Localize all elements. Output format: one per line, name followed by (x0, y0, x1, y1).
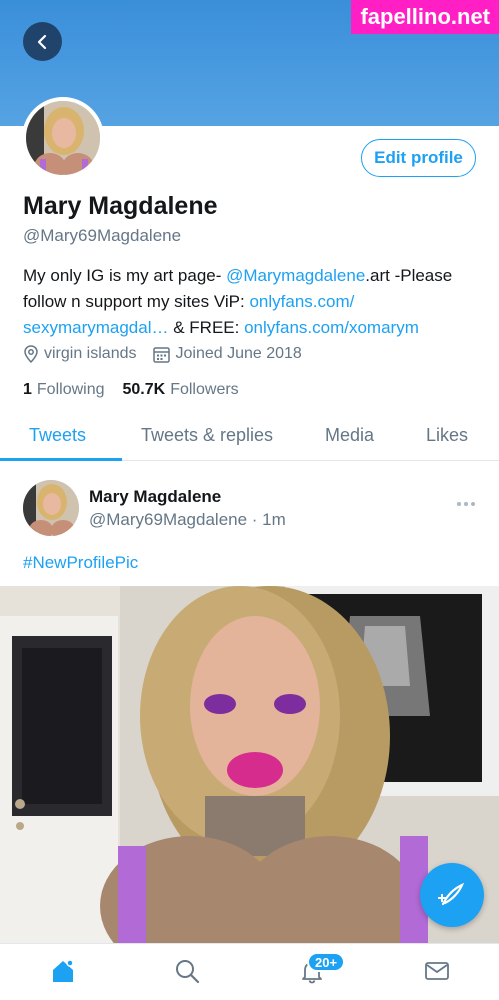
profile-tabs: Tweets Tweets & replies Media Likes (0, 413, 499, 461)
back-button[interactable] (23, 22, 62, 61)
display-name: Mary Magdalene (23, 192, 218, 220)
profile-meta: virgin islands Joined June 2018 (23, 345, 319, 363)
edit-profile-button[interactable]: Edit profile (361, 139, 476, 177)
nav-messages[interactable] (424, 958, 450, 989)
tweet-author-handle: @Mary69Magdalene · 1m (89, 510, 286, 529)
following-link[interactable]: 1 Following (23, 381, 105, 399)
profile-bio: My only IG is my art page- @Marymagdalen… (23, 263, 483, 341)
mail-icon (425, 962, 449, 980)
following-label: Following (36, 381, 105, 398)
notifications-badge: 20+ (307, 952, 346, 972)
bio-link-instagram[interactable]: @Marymagdalene (226, 266, 365, 285)
followers-count: 50.7K (122, 381, 166, 398)
chevron-left-icon (37, 34, 46, 49)
location-pin-icon (24, 345, 38, 363)
following-count: 1 (23, 381, 32, 398)
joined-date: Joined June 2018 (153, 345, 302, 363)
tweet-avatar[interactable] (23, 480, 79, 536)
follow-stats: 1 Following 50.7K Followers (23, 381, 257, 399)
profile-avatar[interactable] (22, 97, 104, 179)
tweet-author-name[interactable]: Mary Magdalene (89, 487, 221, 507)
tab-tweets-replies[interactable]: Tweets & replies (141, 425, 273, 446)
search-icon (176, 960, 200, 984)
calendar-icon (153, 346, 171, 363)
home-icon (53, 959, 74, 982)
followers-link[interactable]: 50.7K Followers (123, 381, 239, 399)
nav-home[interactable] (50, 958, 76, 989)
compose-tweet-button[interactable] (420, 863, 484, 927)
followers-label: Followers (170, 381, 239, 398)
location-text: virgin islands (44, 345, 137, 362)
tab-media[interactable]: Media (325, 425, 374, 446)
active-tab-indicator (0, 458, 122, 461)
joined-text: Joined June 2018 (175, 345, 302, 362)
bottom-navigation (0, 943, 499, 1000)
compose-feather-icon (438, 882, 465, 906)
more-options-icon[interactable] (456, 494, 476, 512)
tweet-hashtag[interactable]: #NewProfilePic (23, 553, 138, 573)
bio-text: My only IG is my art page- (23, 266, 227, 285)
bio-link-free[interactable]: onlyfans.com/xomarym (244, 318, 419, 337)
profile-handle: @Mary69Magdalene (23, 226, 182, 245)
watermark: fapellino.net (351, 0, 499, 34)
location: virgin islands (23, 345, 136, 363)
tab-tweets[interactable]: Tweets (29, 425, 86, 446)
nav-search[interactable] (174, 958, 200, 989)
tab-likes[interactable]: Likes (426, 425, 468, 446)
bio-text: & FREE: (168, 318, 245, 337)
